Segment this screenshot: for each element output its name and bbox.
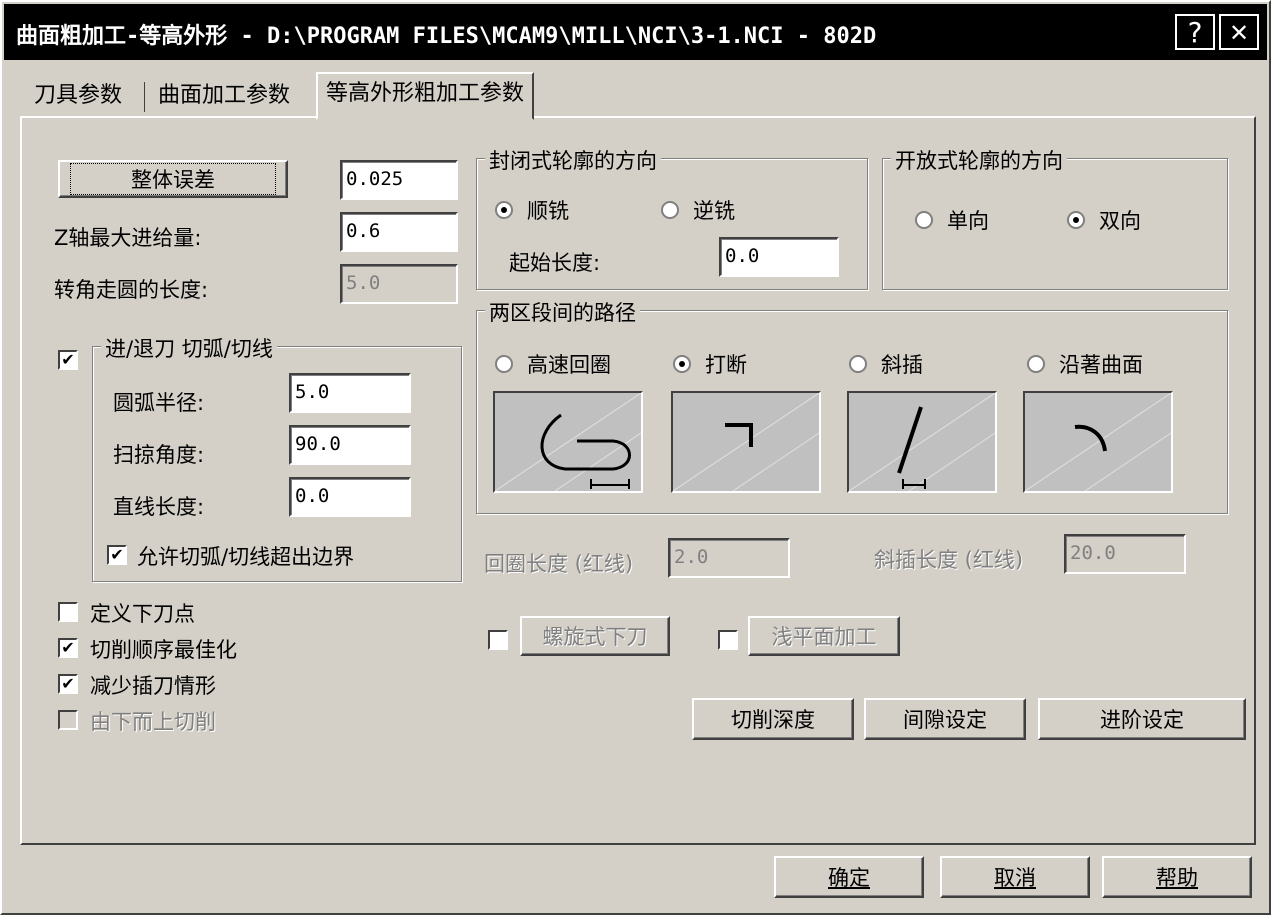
ramp-preview[interactable] [847, 391, 997, 493]
help-title-button[interactable]: ? [1175, 14, 1215, 50]
ramp-path-icon [849, 393, 995, 491]
tolerance-input[interactable]: 0.025 [340, 160, 458, 200]
sweep-angle-label: 扫掠角度: [113, 443, 205, 467]
tolerance-button-label: 整体误差 [70, 163, 276, 195]
entry-exit-group-title: 进/退刀 切弧/切线 [101, 333, 277, 363]
break-label: 打断 [705, 353, 747, 377]
loop-length-label: 回圈长度 (红线) [484, 552, 634, 576]
z-max-label: Z轴最大进给量: [54, 226, 202, 250]
ramp-label: 斜插 [881, 353, 923, 377]
tab-panel: 整体误差 0.025 Z轴最大进给量: 0.6 转角走圆的长度: 5.0 ✔ 进… [20, 116, 1256, 845]
closed-contour-group: 封闭式轮廓的方向 顺铣 逆铣 起始长度: 0.0 [476, 145, 868, 290]
reduce-plunge-label: 减少插刀情形 [90, 674, 216, 698]
close-button[interactable]: ✕ [1219, 14, 1259, 50]
gap-settings-button[interactable]: 间隙设定 [864, 698, 1026, 740]
surface-path-icon [1025, 393, 1171, 491]
shallow-flat-button[interactable]: 浅平面加工 [748, 616, 900, 656]
cancel-button[interactable]: 取消 [940, 856, 1090, 898]
entry-exit-checkbox[interactable]: ✔ [58, 350, 78, 370]
start-length-input[interactable]: 0.0 [719, 237, 839, 277]
sweep-angle-input[interactable]: 90.0 [289, 425, 411, 465]
corner-length-input[interactable]: 5.0 [340, 264, 458, 304]
dialog-window: 曲面粗加工-等高外形 - D:\PROGRAM FILES\MCAM9\MILL… [0, 0, 1271, 915]
advanced-settings-button[interactable]: 进阶设定 [1038, 698, 1246, 740]
transition-group: 两区段间的路径 高速回圈 打断 斜插 沿著曲面 [476, 297, 1228, 514]
define-entry-label: 定义下刀点 [90, 602, 195, 626]
ramp-length-label: 斜插长度 (红线) [874, 548, 1024, 572]
define-entry-checkbox[interactable] [58, 602, 78, 622]
helix-entry-checkbox[interactable] [488, 630, 508, 650]
one-way-label: 单向 [947, 209, 989, 233]
climb-label: 顺铣 [527, 199, 569, 223]
allow-exceed-checkbox[interactable]: ✔ [107, 545, 127, 565]
shallow-flat-checkbox[interactable] [718, 630, 738, 650]
follow-surface-preview[interactable] [1023, 391, 1173, 493]
zigzag-label: 双向 [1099, 209, 1141, 233]
conventional-radio[interactable] [661, 201, 679, 219]
open-contour-title: 开放式轮廓的方向 [891, 145, 1067, 175]
break-radio[interactable] [673, 355, 691, 373]
closed-contour-title: 封闭式轮廓的方向 [485, 145, 661, 175]
arc-radius-label: 圆弧半径: [113, 391, 205, 415]
follow-surface-radio[interactable] [1027, 355, 1045, 373]
climb-radio[interactable] [495, 201, 513, 219]
one-way-radio[interactable] [915, 211, 933, 229]
optimize-order-label: 切削顺序最佳化 [90, 638, 237, 662]
bottom-up-label: 由下而上切削 [90, 710, 216, 734]
line-length-label: 直线长度: [113, 495, 205, 519]
line-length-input[interactable]: 0.0 [289, 477, 411, 517]
optimize-order-checkbox[interactable]: ✔ [58, 638, 78, 658]
cut-depth-button[interactable]: 切削深度 [692, 698, 854, 740]
help-button[interactable]: 帮助 [1102, 856, 1252, 898]
ramp-radio[interactable] [849, 355, 867, 373]
transition-title: 两区段间的路径 [485, 297, 640, 327]
corner-length-label: 转角走圆的长度: [54, 278, 209, 302]
high-speed-loop-radio[interactable] [495, 355, 513, 373]
follow-surface-label: 沿著曲面 [1059, 353, 1143, 377]
open-contour-group: 开放式轮廓的方向 单向 双向 [882, 145, 1228, 290]
ok-button[interactable]: 确定 [774, 856, 924, 898]
window-title: 曲面粗加工-等高外形 - D:\PROGRAM FILES\MCAM9\MILL… [16, 24, 877, 49]
loop-length-input[interactable]: 2.0 [668, 538, 790, 578]
helix-entry-button[interactable]: 螺旋式下刀 [520, 616, 670, 656]
start-length-label: 起始长度: [509, 251, 601, 275]
high-speed-loop-label: 高速回圈 [527, 353, 611, 377]
title-bar: 曲面粗加工-等高外形 - D:\PROGRAM FILES\MCAM9\MILL… [4, 4, 1267, 60]
entry-exit-group: 进/退刀 切弧/切线 圆弧半径: 5.0 扫掠角度: 90.0 直线长度: 0.… [92, 333, 462, 582]
ramp-length-input[interactable]: 20.0 [1064, 534, 1186, 574]
high-speed-loop-preview[interactable] [493, 391, 643, 493]
z-max-input[interactable]: 0.6 [340, 212, 458, 252]
break-path-icon [673, 393, 819, 491]
conventional-label: 逆铣 [693, 199, 735, 223]
bottom-up-checkbox[interactable] [58, 710, 78, 730]
tab-surface-params[interactable]: 曲面加工参数 [150, 76, 298, 116]
tab-tool-params[interactable]: 刀具参数 [26, 76, 130, 116]
allow-exceed-label: 允许切弧/切线超出边界 [137, 545, 355, 569]
tab-contour-rough-params[interactable]: 等高外形粗加工参数 [316, 72, 535, 120]
arc-radius-input[interactable]: 5.0 [289, 373, 411, 413]
reduce-plunge-checkbox[interactable]: ✔ [58, 674, 78, 694]
break-preview[interactable] [671, 391, 821, 493]
loop-path-icon [495, 393, 641, 491]
tolerance-button[interactable]: 整体误差 [58, 160, 288, 198]
zigzag-radio[interactable] [1067, 211, 1085, 229]
